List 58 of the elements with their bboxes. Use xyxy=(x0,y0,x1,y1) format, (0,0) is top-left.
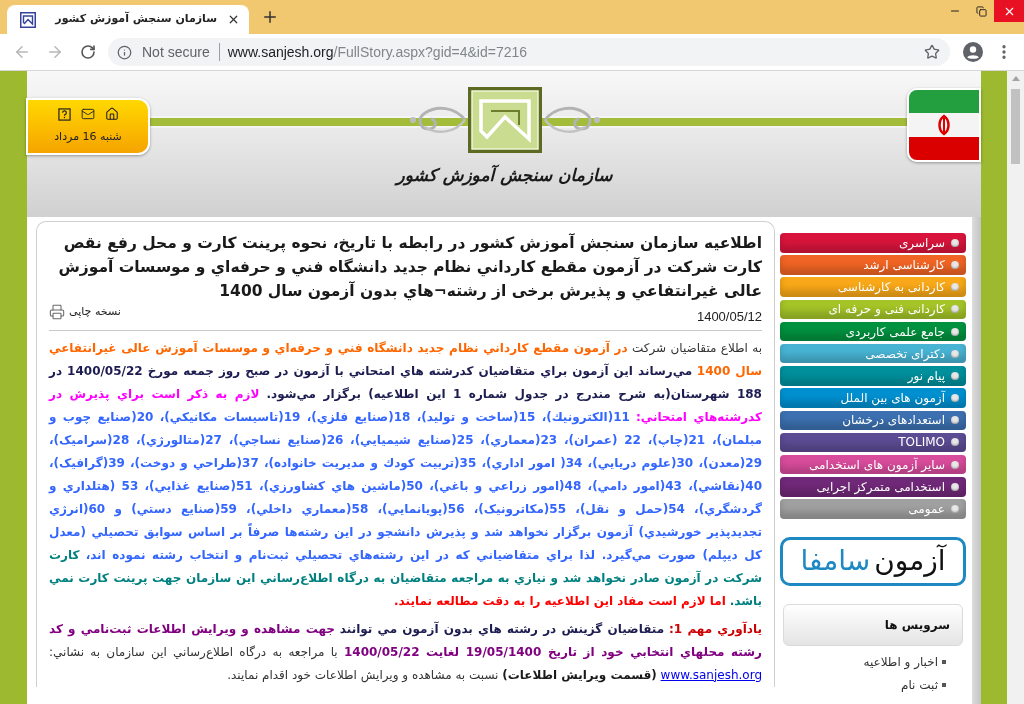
bullet-icon xyxy=(951,460,959,469)
address-bar[interactable]: Not secure www.sanjesh.org/FullStory.aspx?gid=4&id=7216 xyxy=(108,38,950,66)
bullet-icon xyxy=(951,327,959,336)
sidebar-menu-item[interactable]: دکترای تخصصی xyxy=(780,343,966,364)
bullet-icon xyxy=(951,260,959,269)
sidebar-menu-item[interactable]: جامع علمی کاربردی xyxy=(780,321,966,342)
sidebar-menu-item[interactable]: TOLIMO xyxy=(780,432,966,453)
help-icon[interactable] xyxy=(57,107,71,121)
ad-banner[interactable]: آزمون سامفا xyxy=(780,536,966,586)
sidebar-menu-item[interactable]: استخدامی متمرکز اجرایی xyxy=(780,477,966,497)
bullet-icon xyxy=(951,438,959,447)
security-label: Not secure xyxy=(142,42,210,62)
service-link[interactable]: اخبار و اطلاعیه xyxy=(863,653,946,671)
service-link[interactable]: ثبت نام xyxy=(901,676,946,694)
bookmark-star-icon[interactable] xyxy=(924,44,940,60)
article-paragraph: به اطلاع متقاضیان شرکت در آزمون مقطع كارداني نظام جديد دانشگاه فني و حرفه‌اي و موسسات آموزش عالی غیرانتفاعي سال 1400 مي‌رساند اين آزمون براي متقاضيان كدرشته هاي امتحاني با آزمون در صبح روز جمعه مورخ 1400/05/22 در 188 شهرستان(به شرح مندرج در جدول شماره 1 اين اطلاعيه) برگزار مي‌شود. لازم به ذکر است براي پذيرش در كدرشته‌هاي امتحاني: 11(الكترونيك)، 15(ساخت و توليد)، 18(صنايع فلزي)، 19(تاسيسات مكانيكي)، 20(صنايع چوب و مبلمان)، 21(چاپ)، 22 (عمران)، 23(معماري)، 25(صنايع شيميايي)، 26(صنايع نساجي)، 27(متالورژي)، 28(سراميک)، 29(معدن)، 30(علوم دريايي)، 34( امور اداري)، 35(تربيت كودك و مديريت خانواده)، 37(طراحي و دوخت)، 39(گرافيک)، 40(نقاشي)، 43(امور دامي)، 48(امور زراعي و باغي)، 50(ماشين هاي كشاورزي)، 51(صنايع غذايي)، 53 (هتلداري و گردشگري)، 54(حمل و نقل)، 55(مكاترونيک)، 56(پويانمايي)، 58(معماري داخلي)، 59(صنايع دستي) و 60(انرژي تجديدپذير خورشيدي) آزمون برگزار نخواهد شد و پذيرش دانشجو در اين رشته‌ها صرفاً بر اساس سوابق تحصيلي (معدل كل ديپلم) صورت مي‌گيرد. لذا براي متقاضياني كه در اين رشته‌هاي تحصيلي ثبت‌نام و انتخاب رشته نموده اند، كارت شركت در آزمون صادر نخواهد شد و نيازي به مراجعه متقاضيان به درگاه اطلاع‌رساني اين سازمان جهت پرينت كارت نمي باشد. اما لازم است مفاد اين اطلاعيه را به دقت مطالعه نمايند. xyxy=(49,339,762,611)
bullet-icon xyxy=(951,505,959,513)
favicon-icon xyxy=(20,11,36,28)
url-text: www.sanjesh.org/FullStory.aspx?gid=4&id=7216 xyxy=(227,42,528,62)
bullet-icon xyxy=(951,416,959,425)
sidebar-menu-item[interactable]: کارشناسی ارشد xyxy=(780,255,966,275)
bullet-icon xyxy=(951,238,959,247)
article-date: 1400/05/12 xyxy=(696,308,762,326)
scrollbar-thumb[interactable] xyxy=(1011,89,1020,164)
close-window-button[interactable] xyxy=(994,0,1024,22)
printer-icon xyxy=(49,304,65,321)
print-link[interactable]: نسخه چاپی xyxy=(49,304,121,321)
scrollbar[interactable] xyxy=(1007,71,1024,704)
bullet-icon xyxy=(951,394,959,403)
account-icon[interactable] xyxy=(963,42,983,62)
logo-text: سازمان سنجش آموزش کشور xyxy=(396,163,613,188)
sidebar-menu-item[interactable]: استعدادهای درخشان xyxy=(780,410,966,430)
home-icon[interactable] xyxy=(104,107,119,122)
ad-title: آزمون xyxy=(874,545,946,578)
bullet-icon xyxy=(951,482,959,491)
sidebar-menu-item[interactable]: سراسری xyxy=(780,233,966,253)
mail-icon[interactable] xyxy=(80,107,95,122)
info-icon xyxy=(117,44,132,60)
forward-arrow-icon xyxy=(46,43,64,61)
sidebar-menu-item[interactable]: آزمون های بین الملل xyxy=(780,388,966,408)
bullet-icon xyxy=(951,349,959,358)
plus-icon xyxy=(261,8,279,26)
bullet-icon xyxy=(951,283,959,292)
restore-icon xyxy=(975,5,987,17)
bullet-icon xyxy=(942,660,946,665)
bullet-icon xyxy=(942,683,946,688)
sidebar-menu-item[interactable]: سایر آزمون های استخدامی xyxy=(780,454,966,475)
reload-icon xyxy=(80,44,96,60)
website-link[interactable]: www.sanjesh.org xyxy=(660,667,762,682)
today-date: شنبه 16 مرداد xyxy=(54,129,122,146)
sidebar-menu-item[interactable]: پیام نور xyxy=(780,366,966,386)
browser-tab[interactable]: سازمان سنجش آموزش کشور xyxy=(7,5,249,34)
ad-brand: سامفا xyxy=(800,545,871,578)
sidebar-menu-item[interactable]: عمومی xyxy=(780,499,966,519)
bullet-icon xyxy=(951,371,959,380)
bullet-icon xyxy=(951,305,959,314)
article-title: اطلاعیه سازمان سنجش آموزش کشور در رابطه با تاریخ، نحوه پرینت کارت و محل رفع نقص کارت شرکت در آزمون مقطع كارداني نظام جديد دانشگاه فني و حرفه‌اي و موسسات آموزش عالی غیرانتفاعي و پذيرش برخی از رشته¬هاي بدون آزمون سال 1400 xyxy=(57,232,762,303)
services-header: سرویس ها xyxy=(783,603,963,646)
